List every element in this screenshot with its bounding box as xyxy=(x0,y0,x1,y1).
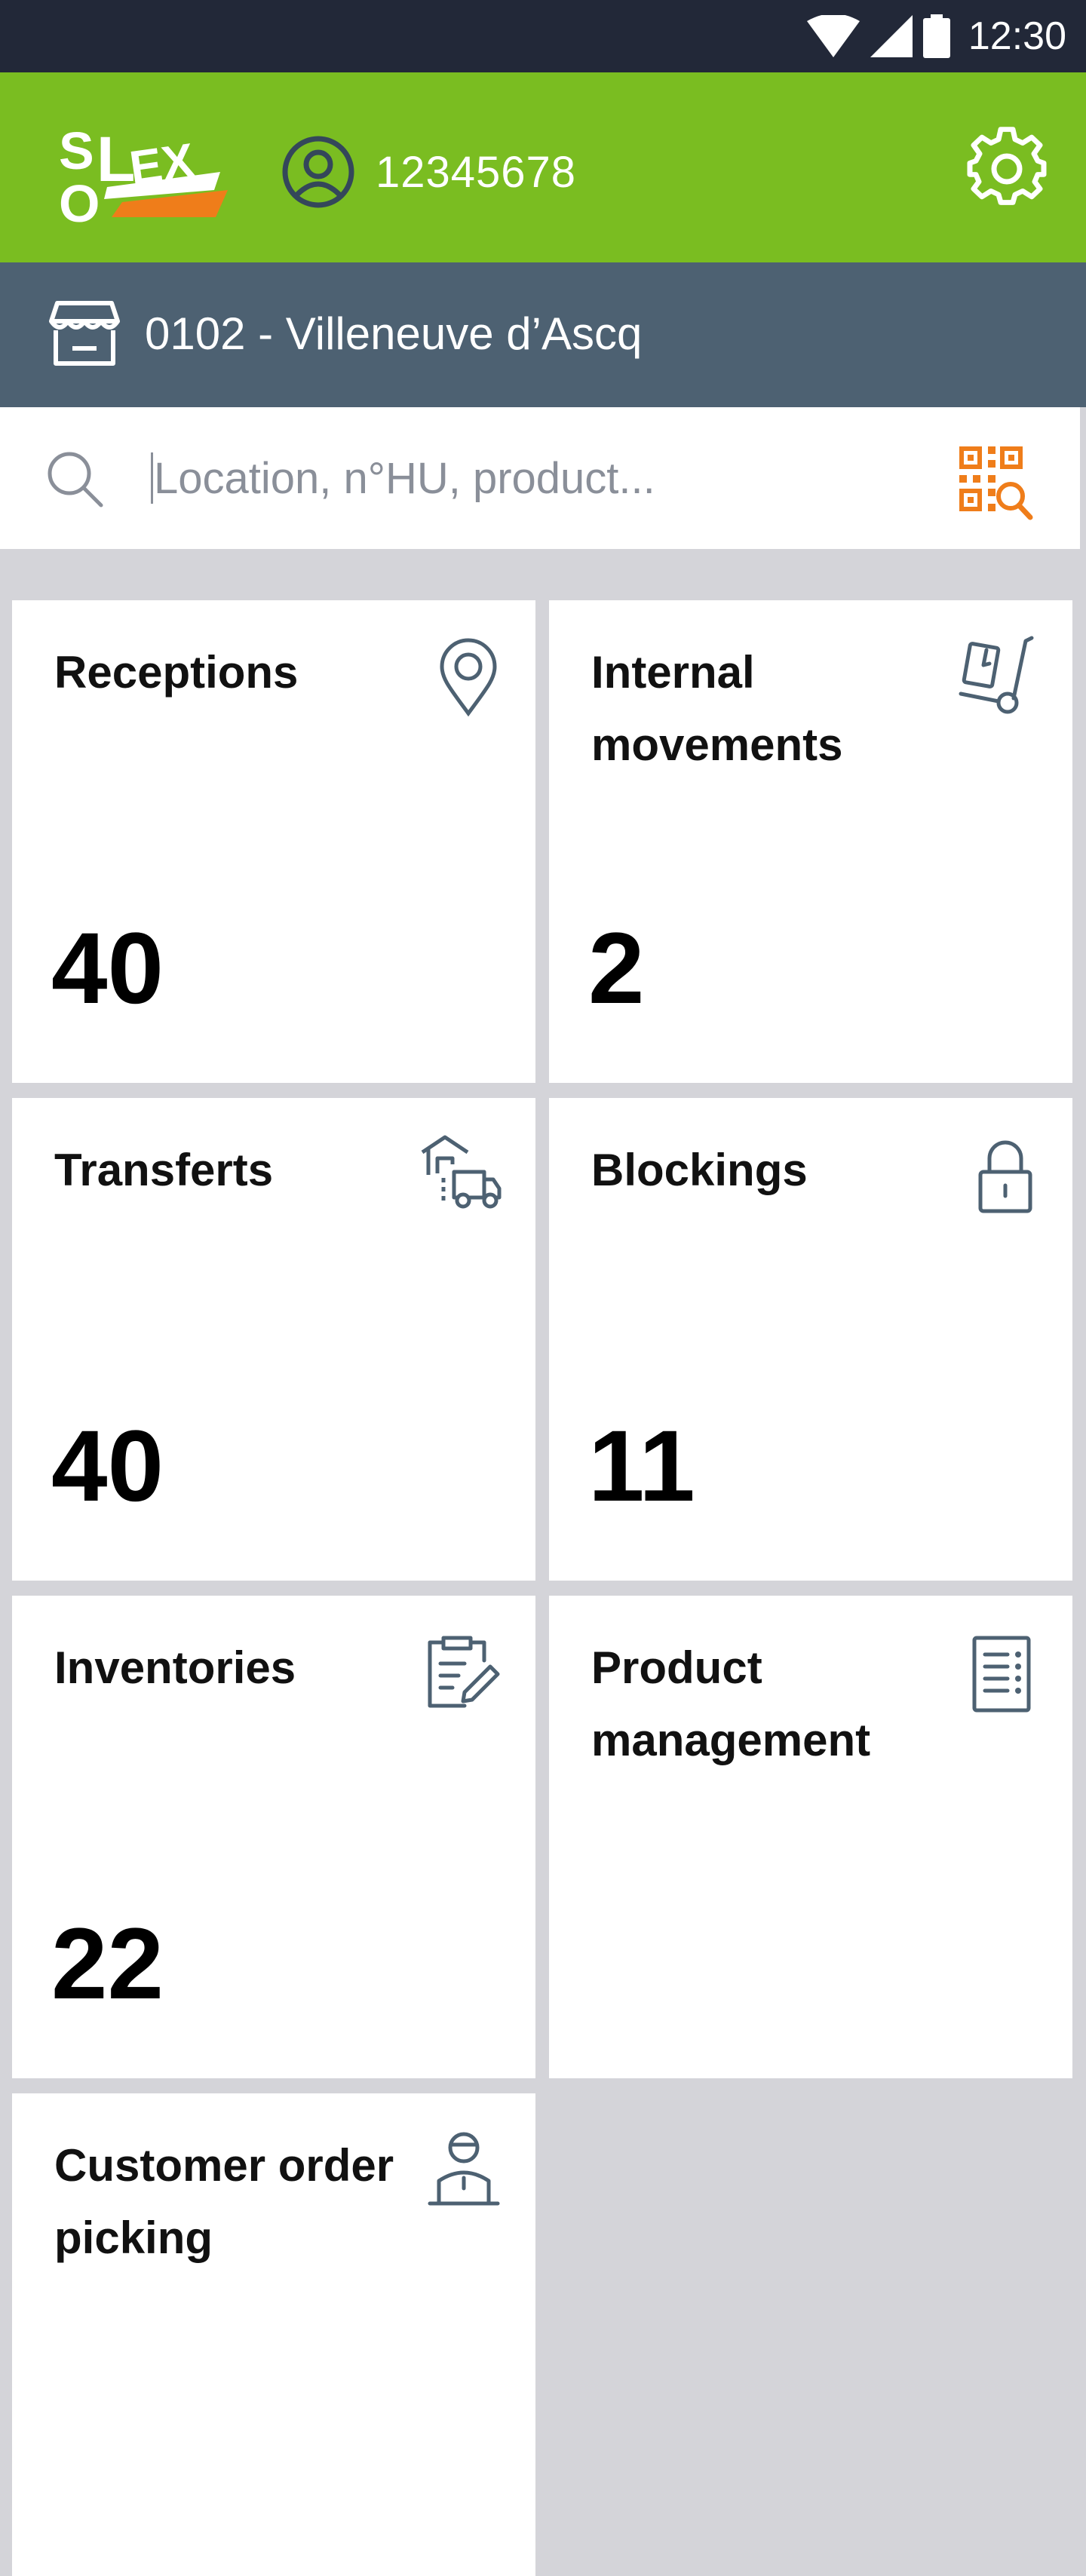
tile-product-management[interactable]: Product management xyxy=(549,1596,1072,2078)
tile-blockings[interactable]: Blockings 11 xyxy=(549,1098,1072,1581)
tile-title: Product management xyxy=(591,1642,871,1765)
battery-icon xyxy=(922,14,950,58)
search-icon xyxy=(48,452,103,508)
tile-title: Customer order picking xyxy=(54,2140,394,2263)
svg-text:S: S xyxy=(59,121,94,180)
wifi-icon xyxy=(806,15,860,57)
store-bar[interactable]: 0102 - Villeneuve d’Ascq xyxy=(0,262,1086,407)
hand-truck-icon xyxy=(959,636,1034,714)
tile-title: Receptions xyxy=(54,647,299,698)
tile-count: 22 xyxy=(51,1908,164,2020)
tile-title: Blockings xyxy=(591,1145,808,1195)
text-cursor xyxy=(151,452,153,504)
person-counter-icon xyxy=(428,2132,500,2206)
padlock-icon xyxy=(978,1140,1032,1213)
tile-count: 11 xyxy=(588,1410,695,1523)
product-list-icon xyxy=(972,1636,1031,1713)
tile-receptions[interactable]: Receptions 40 xyxy=(12,600,535,1083)
svg-text:O: O xyxy=(59,174,100,225)
status-bar: 12:30 xyxy=(0,0,1086,72)
cellular-signal-icon xyxy=(870,15,913,57)
user-avatar-icon xyxy=(282,136,354,208)
tile-title: Inventories xyxy=(54,1642,296,1693)
tile-transferts[interactable]: Transferts 40 xyxy=(12,1098,535,1581)
warehouse-truck-icon xyxy=(421,1135,502,1209)
user-id: 12345678 xyxy=(376,147,577,197)
tile-count: 2 xyxy=(588,912,645,1025)
tile-title: Internal movements xyxy=(591,647,843,770)
store-icon xyxy=(49,301,120,366)
tile-count: 40 xyxy=(51,1410,164,1523)
qr-scan-icon[interactable] xyxy=(955,442,1033,520)
tile-internal-movements[interactable]: Internal movements 2 xyxy=(549,600,1072,1083)
store-label: 0102 - Villeneuve d’Ascq xyxy=(145,308,643,359)
tile-count: 40 xyxy=(51,912,164,1025)
solex-logo[interactable]: S O L EX xyxy=(54,112,228,225)
tile-inventories[interactable]: Inventories 22 xyxy=(12,1596,535,2078)
app-header: S O L EX 12345678 xyxy=(0,72,1086,262)
user-block[interactable]: 12345678 xyxy=(281,134,576,210)
tile-customer-order-picking[interactable]: Customer order picking xyxy=(12,2093,535,2576)
location-pin-icon xyxy=(440,638,497,717)
tile-title: Transferts xyxy=(54,1145,274,1195)
status-time: 12:30 xyxy=(968,14,1066,58)
search-bar xyxy=(0,407,1080,549)
search-input[interactable] xyxy=(154,446,908,510)
clipboard-edit-icon xyxy=(428,1636,500,1708)
settings-gear-icon[interactable] xyxy=(965,127,1048,210)
